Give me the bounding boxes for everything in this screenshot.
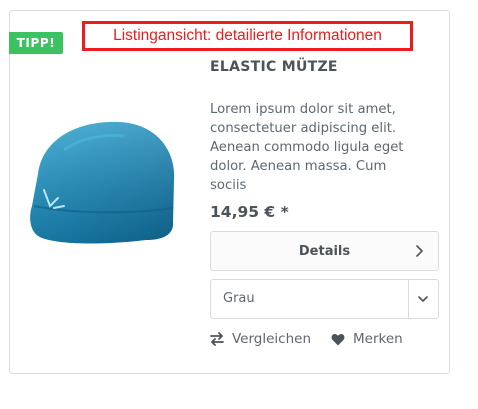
select-divider [408, 280, 409, 318]
product-title[interactable]: ELASTIC MÜTZE [210, 59, 338, 75]
product-price: 14,95 € * [210, 203, 289, 221]
heart-icon [331, 333, 345, 345]
chevron-right-icon [416, 245, 423, 257]
product-image[interactable] [24, 110, 190, 260]
remember-label: Merken [353, 331, 403, 347]
annotation-box: Listingansicht: detailierte Informatione… [82, 21, 413, 51]
tipp-badge: TIPP! [9, 32, 63, 54]
compare-label: Vergleichen [232, 331, 312, 347]
compare-button[interactable]: Vergleichen [210, 331, 311, 347]
details-button[interactable]: Details [210, 231, 439, 271]
chevron-down-icon [418, 296, 428, 302]
details-button-label: Details [298, 243, 351, 259]
product-description: Lorem ipsum dolor sit amet, consectetuer… [210, 102, 404, 193]
variant-select-value: Grau [223, 291, 255, 306]
variant-select[interactable]: Grau [210, 279, 439, 319]
remember-button[interactable]: Merken [331, 331, 403, 347]
arrows-swap-icon [210, 332, 224, 346]
